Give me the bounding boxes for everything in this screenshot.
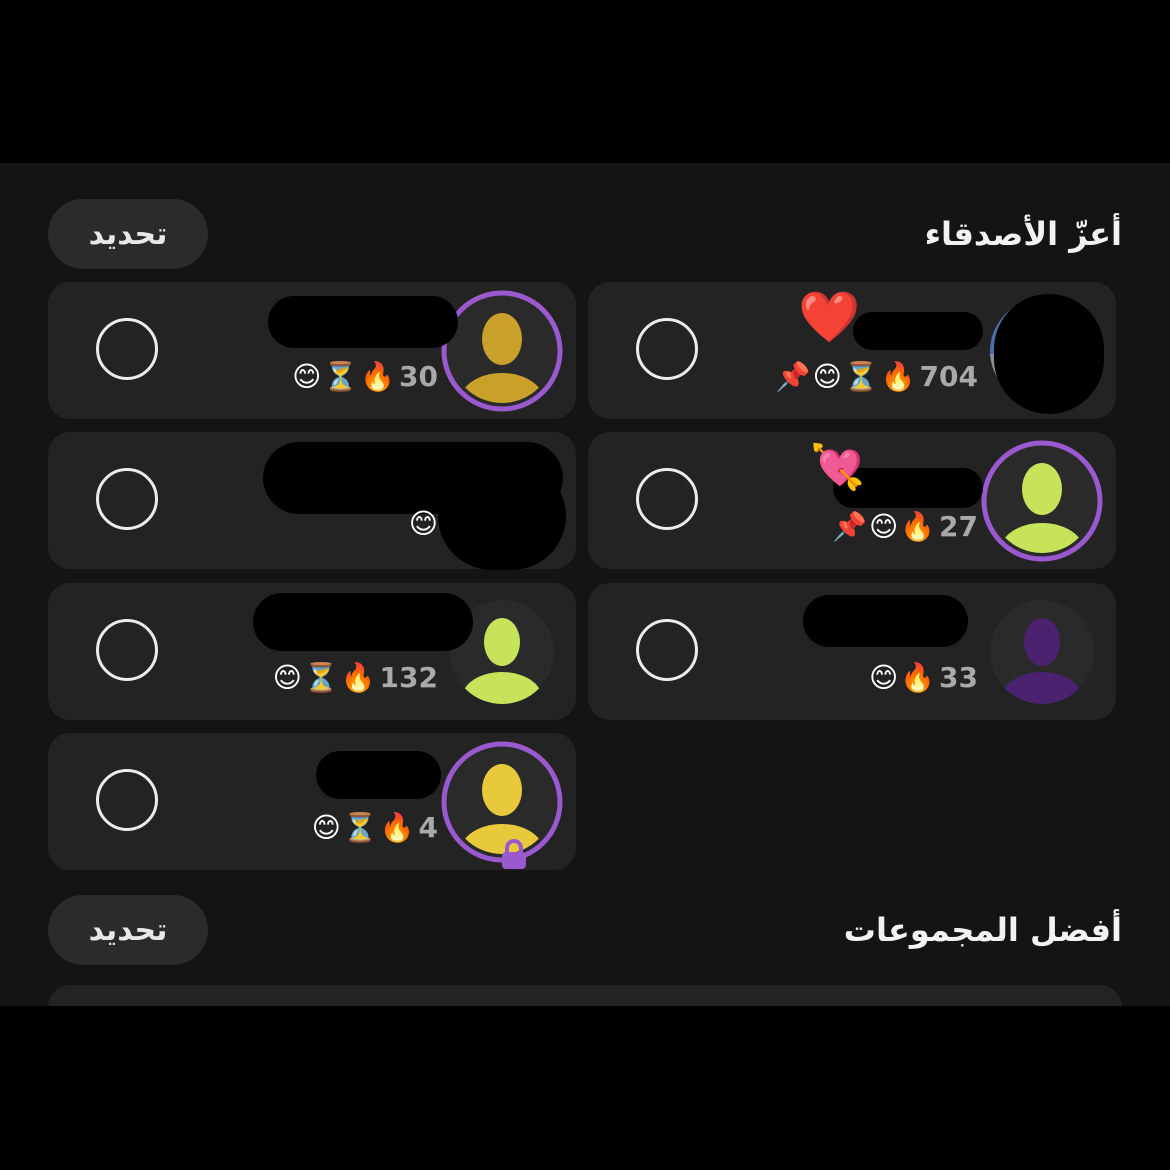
streak-count: 704: [919, 360, 978, 393]
select-radio[interactable]: [96, 468, 158, 530]
streak-count: 27: [939, 510, 978, 543]
friend-card-3[interactable]: 💘 📌 😊 🔥 27: [588, 432, 1116, 569]
friend-stats: 😊 🔥 33: [868, 660, 978, 694]
friend-card-5[interactable]: 😊 🔥 33: [588, 583, 1116, 720]
friend-card-6[interactable]: 😊 ⏳ 🔥 132: [48, 583, 576, 720]
select-friends-button[interactable]: تحديد: [48, 199, 208, 269]
friend-card-7[interactable]: 😊 ⏳ 🔥 4: [48, 733, 576, 870]
friend-card-2[interactable]: 😊 ⏳ 🔥 30: [48, 282, 576, 419]
streak-count: 30: [399, 360, 438, 393]
friend-stats: 😊 ⏳ 🔥 132: [272, 660, 438, 694]
streak-count: 33: [939, 661, 978, 694]
select-radio[interactable]: [636, 318, 698, 380]
group-card[interactable]: [48, 985, 1122, 1006]
heart-arrow-emoji-icon: 💘: [810, 442, 865, 493]
friend-stats: 📌 😊 ⏳ 🔥 704: [775, 359, 978, 393]
friend-stats: 😊 ⏳ 🔥 30: [292, 359, 438, 393]
bitmoji-avatar-icon: [990, 600, 1094, 704]
select-radio[interactable]: [636, 619, 698, 681]
select-radio[interactable]: [96, 769, 158, 831]
heart-emoji-icon: ❤️: [798, 288, 861, 346]
friend-card-1[interactable]: ❤️ 📌 😊 ⏳ 🔥 704: [588, 282, 1116, 419]
streak-count: 132: [379, 661, 438, 694]
friend-stats: 😊 ⏳ 🔥 4: [311, 810, 438, 844]
best-groups-title: أفضل المجموعات: [843, 911, 1122, 949]
friend-stats: 😊: [408, 507, 438, 540]
friend-stats: 📌 😊 🔥 27: [832, 509, 978, 543]
select-radio[interactable]: [96, 619, 158, 681]
best-friends-panel: أعزّ الأصدقاء تحديد ❤️ 📌 😊 ⏳ 🔥 704 😊 ⏳ 🔥…: [0, 163, 1170, 1006]
lock-icon: [500, 839, 528, 871]
select-radio[interactable]: [96, 318, 158, 380]
best-friends-title: أعزّ الأصدقاء: [924, 215, 1122, 253]
streak-count: 4: [418, 811, 438, 844]
select-radio[interactable]: [636, 468, 698, 530]
friend-card-4[interactable]: 😊: [48, 432, 576, 570]
bitmoji-avatar-icon: [440, 289, 564, 413]
bitmoji-avatar-icon: [980, 439, 1104, 563]
select-groups-button[interactable]: تحديد: [48, 895, 208, 965]
